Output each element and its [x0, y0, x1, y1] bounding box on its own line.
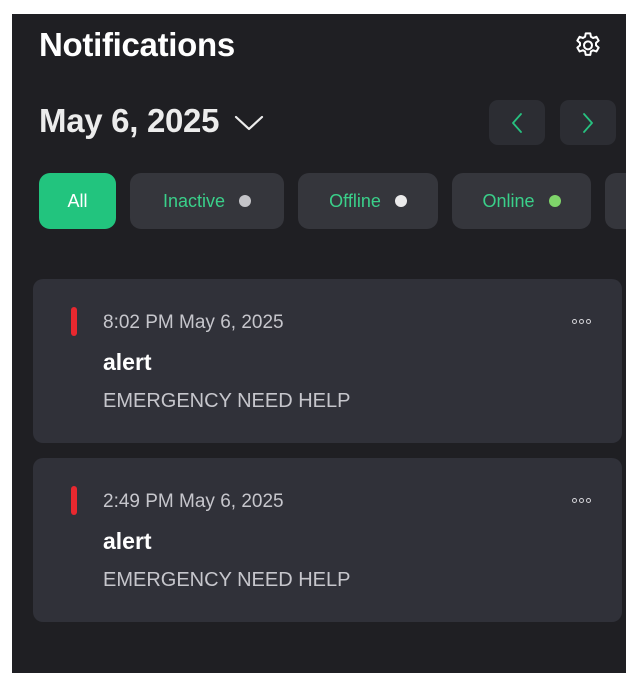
status-dot-inactive [239, 195, 252, 207]
notification-time: 2:49 PM May 6, 2025 [103, 491, 284, 512]
notifications-screen: Notifications May 6, 2025 All Inactive O [12, 14, 626, 673]
status-dot-online [548, 195, 561, 207]
notification-title: alert [103, 349, 152, 375]
gear-icon [576, 32, 600, 56]
severity-marker [71, 486, 77, 515]
selected-date: May 6, 2025 [39, 102, 220, 139]
chevron-right-icon [583, 112, 593, 133]
filter-chip-label: Inactive [162, 190, 226, 211]
notification-message: EMERGENCY NEED HELP [103, 390, 351, 412]
filter-chip-offline[interactable]: Offline [298, 173, 438, 229]
notification-time: 8:02 PM May 6, 2025 [103, 312, 284, 333]
status-filter-bar: All Inactive Offline Online [39, 173, 626, 229]
date-selector[interactable]: May 6, 2025 [39, 102, 265, 140]
filter-chip-label: Online [482, 190, 535, 211]
chevron-down-icon [235, 115, 264, 131]
previous-day-button[interactable] [489, 100, 545, 145]
status-dot-offline [394, 195, 407, 207]
more-horizontal-icon-dot [578, 497, 584, 503]
filter-chip-all[interactable]: All [39, 173, 116, 229]
more-horizontal-icon-dot [585, 497, 591, 503]
filter-chip-online[interactable]: Online [452, 173, 591, 229]
filter-chip-label: All [67, 190, 88, 211]
more-options-button[interactable] [566, 311, 596, 331]
notification-card[interactable]: 2:49 PM May 6, 2025 alert EMERGENCY NEED… [33, 458, 622, 622]
notification-message: EMERGENCY NEED HELP [103, 569, 351, 591]
filter-chip-inactive[interactable]: Inactive [130, 173, 284, 229]
filter-chip-more[interactable] [605, 173, 626, 229]
next-day-button[interactable] [560, 100, 616, 145]
page-title: Notifications [39, 26, 235, 63]
settings-button[interactable] [570, 26, 606, 62]
more-horizontal-icon-dot [585, 318, 591, 324]
notification-title: alert [103, 528, 152, 554]
notification-card[interactable]: 8:02 PM May 6, 2025 alert EMERGENCY NEED… [33, 279, 622, 443]
filter-chip-label: Offline [329, 190, 381, 211]
more-horizontal-icon-dot [578, 318, 584, 324]
more-options-button[interactable] [566, 490, 596, 510]
severity-marker [71, 307, 77, 336]
more-horizontal-icon [571, 497, 577, 503]
more-horizontal-icon [571, 318, 577, 324]
chevron-left-icon [512, 112, 522, 133]
